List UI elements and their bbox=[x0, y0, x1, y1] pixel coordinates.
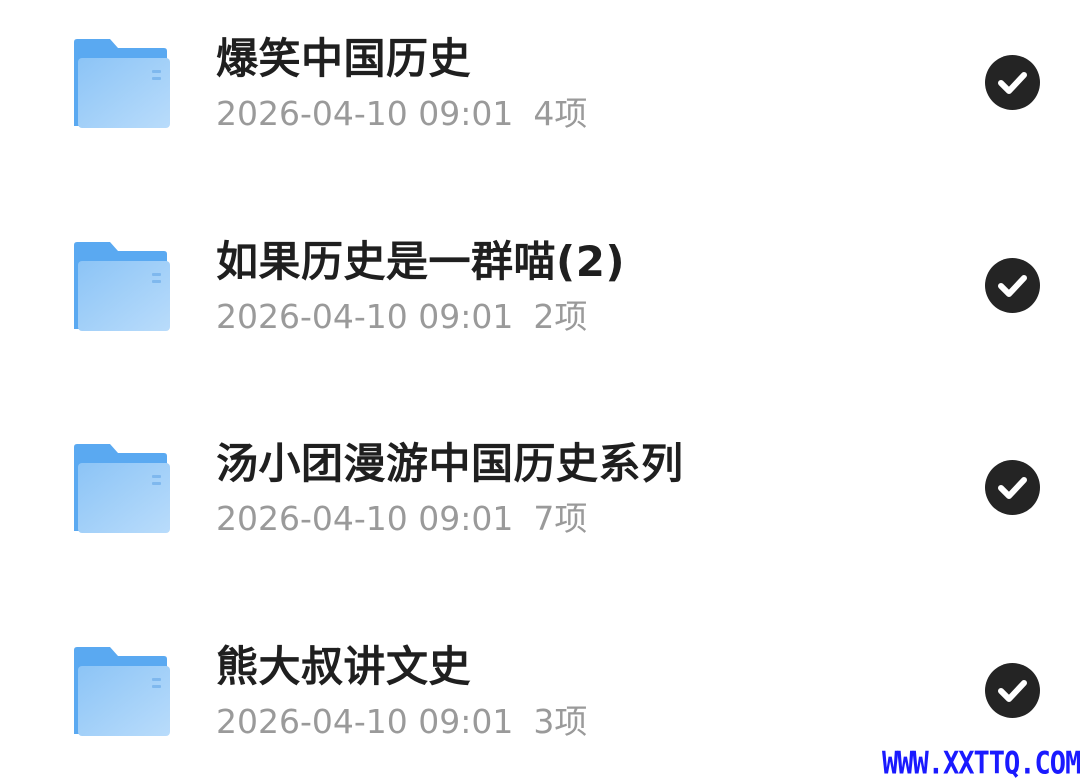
check-circle-icon[interactable] bbox=[985, 460, 1040, 515]
folder-title: 如果历史是一群喵(2) bbox=[216, 237, 626, 286]
folder-icon bbox=[72, 646, 170, 738]
check-circle-icon[interactable] bbox=[985, 55, 1040, 110]
file-list: 爆笑中国历史 2026-04-10 09:01 4项 如果历史是一群喵(2) 2… bbox=[0, 0, 1080, 784]
folder-icon bbox=[72, 38, 170, 130]
list-item[interactable]: 如果历史是一群喵(2) 2026-04-10 09:01 2项 bbox=[0, 203, 1080, 363]
folder-count: 3项 bbox=[533, 702, 588, 741]
folder-date: 2026-04-10 09:01 bbox=[216, 94, 514, 133]
list-item[interactable]: 熊大叔讲文史 2026-04-10 09:01 3项 bbox=[0, 608, 1080, 768]
folder-title: 熊大叔讲文史 bbox=[216, 642, 472, 691]
check-circle-icon[interactable] bbox=[985, 663, 1040, 718]
folder-count: 2项 bbox=[533, 297, 588, 336]
folder-meta: 2026-04-10 09:01 7项 bbox=[216, 502, 587, 535]
folder-count: 4项 bbox=[533, 94, 588, 133]
folder-date: 2026-04-10 09:01 bbox=[216, 499, 514, 538]
folder-icon bbox=[72, 443, 170, 535]
folder-meta: 2026-04-10 09:01 4项 bbox=[216, 97, 587, 130]
list-item[interactable]: 爆笑中国历史 2026-04-10 09:01 4项 bbox=[0, 0, 1080, 160]
watermark: WWW.XXTTQ.COM bbox=[882, 745, 1080, 782]
folder-title: 汤小团漫游中国历史系列 bbox=[216, 439, 684, 488]
folder-date: 2026-04-10 09:01 bbox=[216, 702, 514, 741]
list-item[interactable]: 汤小团漫游中国历史系列 2026-04-10 09:01 7项 bbox=[0, 405, 1080, 565]
folder-date: 2026-04-10 09:01 bbox=[216, 297, 514, 336]
folder-meta: 2026-04-10 09:01 3项 bbox=[216, 705, 587, 738]
folder-count: 7项 bbox=[533, 499, 588, 538]
check-circle-icon[interactable] bbox=[985, 258, 1040, 313]
folder-meta: 2026-04-10 09:01 2项 bbox=[216, 300, 587, 333]
folder-title: 爆笑中国历史 bbox=[216, 34, 472, 83]
folder-icon bbox=[72, 241, 170, 333]
